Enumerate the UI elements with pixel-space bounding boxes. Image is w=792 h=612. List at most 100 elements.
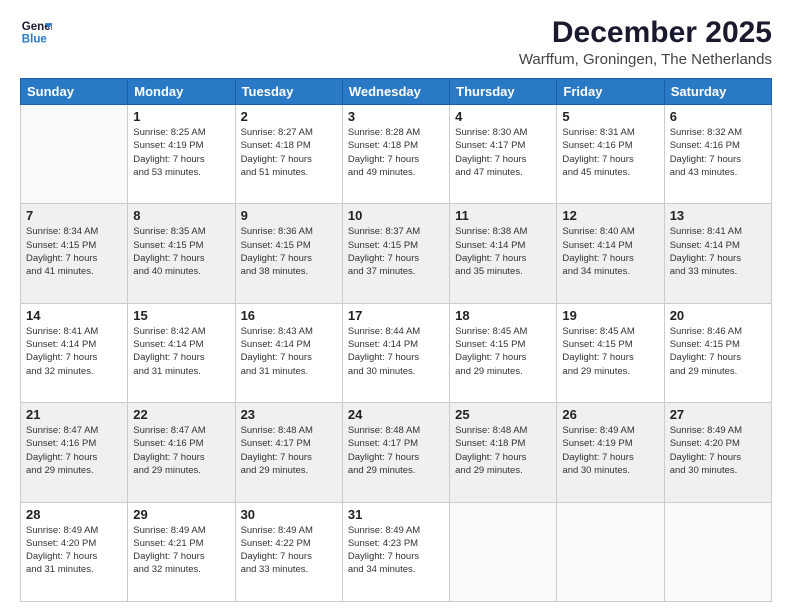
calendar-cell: 29Sunrise: 8:49 AM Sunset: 4:21 PM Dayli… <box>128 502 235 601</box>
day-info: Sunrise: 8:47 AM Sunset: 4:16 PM Dayligh… <box>26 424 122 477</box>
calendar-cell: 5Sunrise: 8:31 AM Sunset: 4:16 PM Daylig… <box>557 105 664 204</box>
day-info: Sunrise: 8:41 AM Sunset: 4:14 PM Dayligh… <box>26 325 122 378</box>
svg-text:General: General <box>22 21 52 33</box>
day-number: 16 <box>241 308 337 323</box>
day-info: Sunrise: 8:34 AM Sunset: 4:15 PM Dayligh… <box>26 225 122 278</box>
day-info: Sunrise: 8:27 AM Sunset: 4:18 PM Dayligh… <box>241 126 337 179</box>
day-number: 4 <box>455 109 551 124</box>
month-title: December 2025 <box>519 16 772 49</box>
calendar-week-row: 28 Sunrise: 8:49 AM Sunset: 4:20 PM Dayli… <box>21 502 772 601</box>
calendar-cell: 15 Sunrise: 8:42 AM Sunset: 4:14 PM Dayli… <box>128 303 235 402</box>
header-thursday: Thursday <box>450 79 557 105</box>
calendar-cell: 12Sunrise: 8:40 AM Sunset: 4:14 PM Dayli… <box>557 204 664 303</box>
day-info: Sunrise: 8:28 AM Sunset: 4:18 PM Dayligh… <box>348 126 444 179</box>
calendar-cell: 17Sunrise: 8:44 AM Sunset: 4:14 PM Dayli… <box>342 303 449 402</box>
day-number: 21 <box>26 407 122 422</box>
calendar-cell: 1 Sunrise: 8:25 AM Sunset: 4:19 PM Daylig… <box>128 105 235 204</box>
day-info: Sunrise: 8:35 AM Sunset: 4:15 PM Dayligh… <box>133 225 229 278</box>
day-info: Sunrise: 8:36 AM Sunset: 4:15 PM Dayligh… <box>241 225 337 278</box>
location-title: Warffum, Groningen, The Netherlands <box>519 51 772 68</box>
calendar-cell: 22 Sunrise: 8:47 AM Sunset: 4:16 PM Dayli… <box>128 403 235 502</box>
day-info: Sunrise: 8:41 AM Sunset: 4:14 PM Dayligh… <box>670 225 766 278</box>
day-info: Sunrise: 8:43 AM Sunset: 4:14 PM Dayligh… <box>241 325 337 378</box>
day-number: 19 <box>562 308 658 323</box>
calendar-cell: 28 Sunrise: 8:49 AM Sunset: 4:20 PM Dayli… <box>21 502 128 601</box>
day-number: 12 <box>562 208 658 223</box>
calendar-cell: 21 Sunrise: 8:47 AM Sunset: 4:16 PM Dayli… <box>21 403 128 502</box>
calendar-cell: 7 Sunrise: 8:34 AM Sunset: 4:15 PM Daylig… <box>21 204 128 303</box>
calendar-week-row: 1 Sunrise: 8:25 AM Sunset: 4:19 PM Daylig… <box>21 105 772 204</box>
day-info: Sunrise: 8:49 AM Sunset: 4:21 PM Dayligh… <box>133 524 229 577</box>
day-info: Sunrise: 8:49 AM Sunset: 4:20 PM Dayligh… <box>26 524 122 577</box>
calendar-cell: 20 Sunrise: 8:46 AM Sunset: 4:15 PM Dayli… <box>664 303 771 402</box>
calendar-cell: 18 Sunrise: 8:45 AM Sunset: 4:15 PM Dayli… <box>450 303 557 402</box>
weekday-header-row: Sunday Monday Tuesday Wednesday Thursday… <box>21 79 772 105</box>
calendar-cell <box>664 502 771 601</box>
day-number: 30 <box>241 507 337 522</box>
day-number: 25 <box>455 407 551 422</box>
day-number: 17 <box>348 308 444 323</box>
calendar-cell: 25 Sunrise: 8:48 AM Sunset: 4:18 PM Dayli… <box>450 403 557 502</box>
header-monday: Monday <box>128 79 235 105</box>
calendar-cell: 2 Sunrise: 8:27 AM Sunset: 4:18 PM Daylig… <box>235 105 342 204</box>
day-number: 20 <box>670 308 766 323</box>
calendar-cell: 8 Sunrise: 8:35 AM Sunset: 4:15 PM Daylig… <box>128 204 235 303</box>
calendar-cell: 30Sunrise: 8:49 AM Sunset: 4:22 PM Dayli… <box>235 502 342 601</box>
calendar-cell: 9Sunrise: 8:36 AM Sunset: 4:15 PM Daylig… <box>235 204 342 303</box>
day-number: 22 <box>133 407 229 422</box>
calendar-week-row: 21 Sunrise: 8:47 AM Sunset: 4:16 PM Dayli… <box>21 403 772 502</box>
day-number: 23 <box>241 407 337 422</box>
day-number: 28 <box>26 507 122 522</box>
day-info: Sunrise: 8:42 AM Sunset: 4:14 PM Dayligh… <box>133 325 229 378</box>
header-wednesday: Wednesday <box>342 79 449 105</box>
day-number: 10 <box>348 208 444 223</box>
day-number: 18 <box>455 308 551 323</box>
calendar-cell <box>557 502 664 601</box>
day-info: Sunrise: 8:45 AM Sunset: 4:15 PM Dayligh… <box>455 325 551 378</box>
day-number: 1 <box>133 109 229 124</box>
day-number: 8 <box>133 208 229 223</box>
calendar-cell: 11 Sunrise: 8:38 AM Sunset: 4:14 PM Dayli… <box>450 204 557 303</box>
day-info: Sunrise: 8:25 AM Sunset: 4:19 PM Dayligh… <box>133 126 229 179</box>
day-number: 26 <box>562 407 658 422</box>
day-number: 3 <box>348 109 444 124</box>
day-info: Sunrise: 8:37 AM Sunset: 4:15 PM Dayligh… <box>348 225 444 278</box>
calendar-cell: 13 Sunrise: 8:41 AM Sunset: 4:14 PM Dayli… <box>664 204 771 303</box>
day-info: Sunrise: 8:32 AM Sunset: 4:16 PM Dayligh… <box>670 126 766 179</box>
calendar-cell: 23Sunrise: 8:48 AM Sunset: 4:17 PM Dayli… <box>235 403 342 502</box>
calendar-cell <box>21 105 128 204</box>
calendar-cell: 27Sunrise: 8:49 AM Sunset: 4:20 PM Dayli… <box>664 403 771 502</box>
calendar-cell: 10 Sunrise: 8:37 AM Sunset: 4:15 PM Dayli… <box>342 204 449 303</box>
day-number: 27 <box>670 407 766 422</box>
calendar-cell: 3 Sunrise: 8:28 AM Sunset: 4:18 PM Daylig… <box>342 105 449 204</box>
day-info: Sunrise: 8:38 AM Sunset: 4:14 PM Dayligh… <box>455 225 551 278</box>
day-number: 15 <box>133 308 229 323</box>
calendar-cell: 19Sunrise: 8:45 AM Sunset: 4:15 PM Dayli… <box>557 303 664 402</box>
calendar-cell: 4Sunrise: 8:30 AM Sunset: 4:17 PM Daylig… <box>450 105 557 204</box>
day-number: 5 <box>562 109 658 124</box>
day-number: 7 <box>26 208 122 223</box>
calendar-cell: 16 Sunrise: 8:43 AM Sunset: 4:14 PM Dayli… <box>235 303 342 402</box>
day-info: Sunrise: 8:48 AM Sunset: 4:18 PM Dayligh… <box>455 424 551 477</box>
calendar-cell: 24Sunrise: 8:48 AM Sunset: 4:17 PM Dayli… <box>342 403 449 502</box>
logo-icon: General Blue <box>20 16 52 48</box>
day-info: Sunrise: 8:47 AM Sunset: 4:16 PM Dayligh… <box>133 424 229 477</box>
calendar-cell: 14Sunrise: 8:41 AM Sunset: 4:14 PM Dayli… <box>21 303 128 402</box>
svg-text:Blue: Blue <box>22 34 48 46</box>
header-tuesday: Tuesday <box>235 79 342 105</box>
day-number: 6 <box>670 109 766 124</box>
day-info: Sunrise: 8:46 AM Sunset: 4:15 PM Dayligh… <box>670 325 766 378</box>
day-number: 13 <box>670 208 766 223</box>
day-number: 24 <box>348 407 444 422</box>
day-number: 2 <box>241 109 337 124</box>
calendar-table: Sunday Monday Tuesday Wednesday Thursday… <box>20 78 772 602</box>
header-sunday: Sunday <box>21 79 128 105</box>
calendar-cell <box>450 502 557 601</box>
day-info: Sunrise: 8:49 AM Sunset: 4:23 PM Dayligh… <box>348 524 444 577</box>
day-number: 31 <box>348 507 444 522</box>
calendar-cell: 31 Sunrise: 8:49 AM Sunset: 4:23 PM Dayli… <box>342 502 449 601</box>
day-number: 11 <box>455 208 551 223</box>
logo: General Blue <box>20 16 52 48</box>
calendar-cell: 6 Sunrise: 8:32 AM Sunset: 4:16 PM Daylig… <box>664 105 771 204</box>
title-block: December 2025 Warffum, Groningen, The Ne… <box>519 16 772 68</box>
